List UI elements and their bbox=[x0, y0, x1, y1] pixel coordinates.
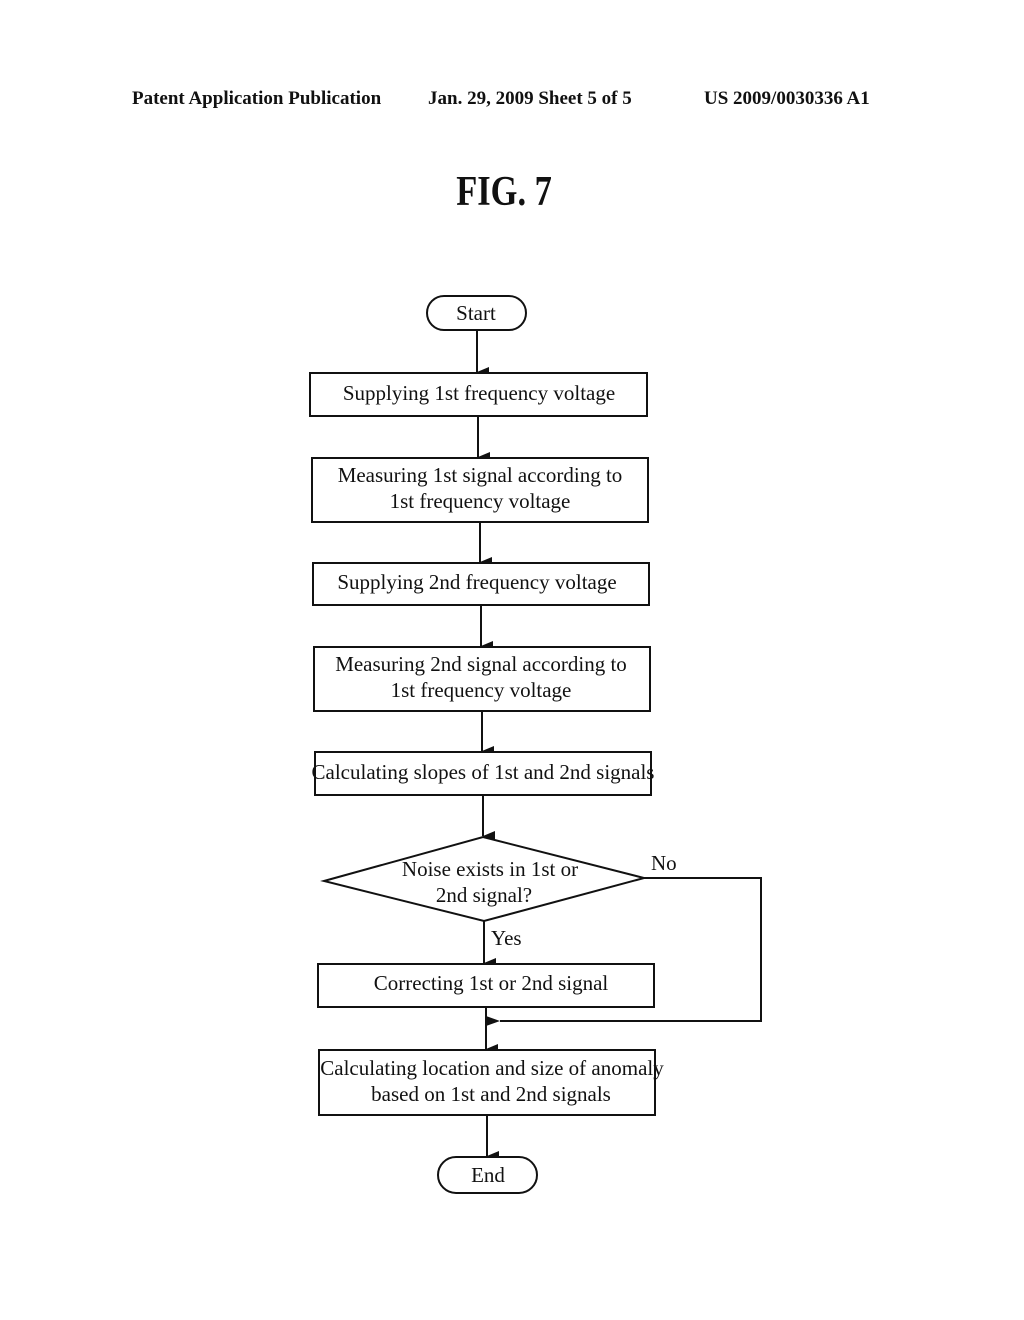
step-label-line-2: based on 1st and 2nd signals bbox=[371, 1082, 611, 1106]
step-label-line-1: Measuring 1st signal according to bbox=[338, 463, 623, 487]
step-calculate-slopes: Calculating slopes of 1st and 2nd signal… bbox=[312, 751, 655, 796]
step-label-line-1: Calculating location and size of anomaly bbox=[320, 1056, 664, 1080]
step-calculate-anomaly: Calculating location and size of anomaly… bbox=[318, 1049, 664, 1116]
start-label: Start bbox=[456, 301, 496, 325]
step-measure-1st-signal: Measuring 1st signal according to 1st fr… bbox=[311, 457, 649, 523]
step-label-line-1: Measuring 2nd signal according to bbox=[335, 652, 627, 676]
step-label: Supplying 2nd frequency voltage bbox=[337, 570, 616, 594]
decision-label-line-1: Noise exists in 1st or bbox=[402, 857, 578, 881]
step-supply-1st-frequency: Supplying 1st frequency voltage bbox=[309, 372, 648, 417]
step-supply-2nd-frequency: Supplying 2nd frequency voltage bbox=[312, 562, 650, 606]
end-terminator: End bbox=[437, 1156, 538, 1194]
decision-label-line-2: 2nd signal? bbox=[436, 883, 532, 907]
step-label: Supplying 1st frequency voltage bbox=[343, 381, 615, 405]
end-label: End bbox=[471, 1163, 505, 1187]
start-terminator: Start bbox=[426, 295, 527, 331]
step-label: Correcting 1st or 2nd signal bbox=[374, 971, 609, 995]
step-correct-signal: Correcting 1st or 2nd signal bbox=[317, 963, 655, 1008]
step-label: Calculating slopes of 1st and 2nd signal… bbox=[312, 760, 655, 784]
no-branch-label: No bbox=[651, 851, 677, 875]
step-measure-2nd-signal: Measuring 2nd signal according to 1st fr… bbox=[313, 646, 651, 712]
flowchart: Start Supplying 1st frequency voltage Me… bbox=[309, 295, 762, 1194]
step-label-line-2: 1st frequency voltage bbox=[391, 678, 572, 702]
yes-branch-label: Yes bbox=[491, 926, 522, 950]
decision-noise-exists: Noise exists in 1st or 2nd signal? bbox=[320, 835, 648, 923]
step-label-line-2: 1st frequency voltage bbox=[390, 489, 571, 513]
